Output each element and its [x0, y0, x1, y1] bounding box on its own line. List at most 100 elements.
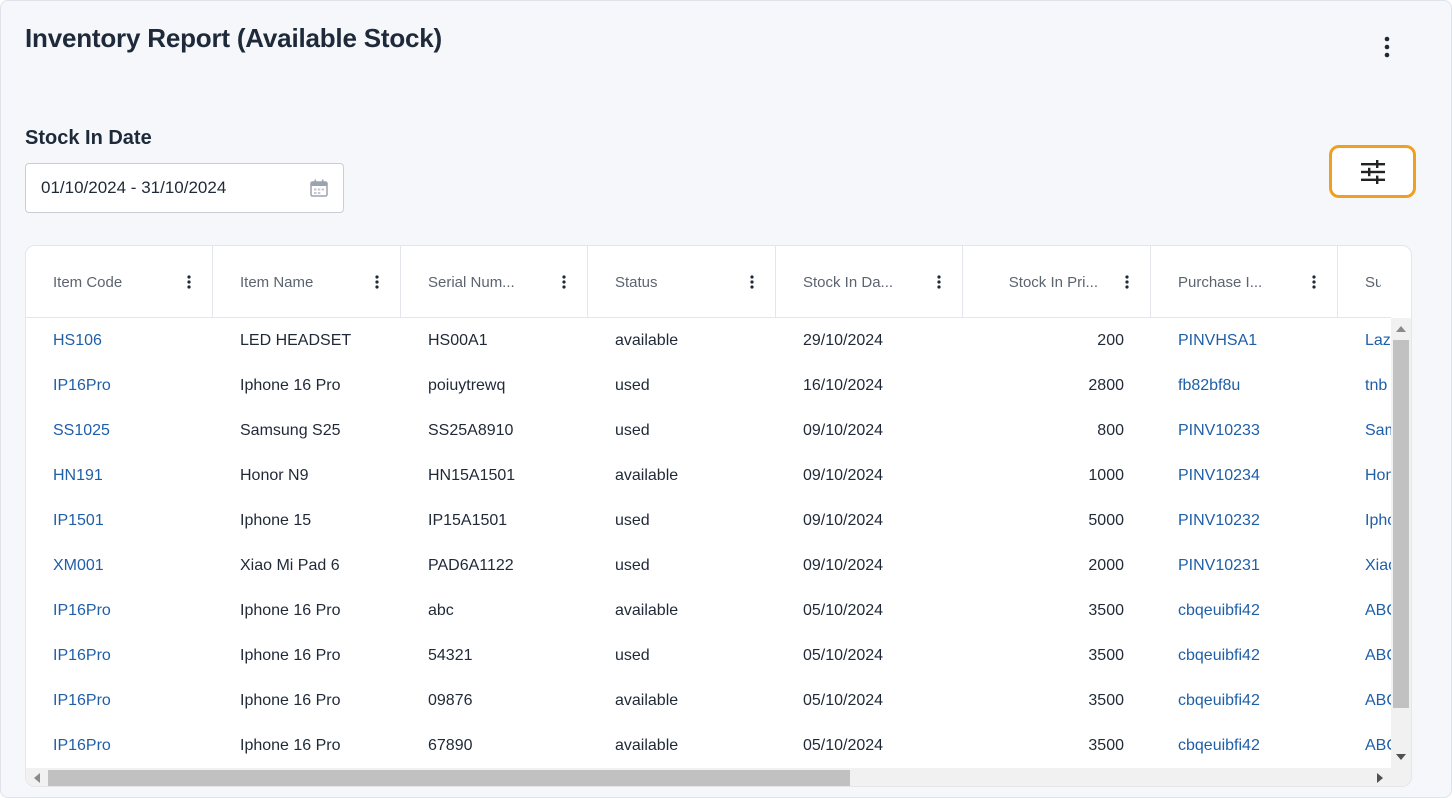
scroll-right-arrow-icon[interactable]: [1377, 773, 1383, 783]
cell-serial-number: SS25A8910: [428, 421, 514, 439]
cell-purchase-invoice[interactable]: cbqeuibfi42: [1151, 678, 1338, 723]
table-row[interactable]: XM001 Xiao Mi Pad 6 PAD6A1122 used 09/10/202…: [26, 543, 1391, 588]
cell-stock-in-price: 3500: [1088, 691, 1124, 709]
cell-item-code[interactable]: IP16Pro: [26, 363, 213, 408]
column-header-label: Purchase I...: [1178, 273, 1263, 291]
cell-status: used: [615, 556, 650, 574]
cell-status: used: [615, 646, 650, 664]
scroll-corner: [1391, 768, 1411, 786]
cell-status: available: [615, 691, 679, 709]
column-header-stock-in-date[interactable]: Stock In Da...: [776, 246, 963, 317]
table-row[interactable]: SS1025 Samsung S25 SS25A8910 used 09/10/2024…: [26, 408, 1391, 453]
cell-serial-number: 09876: [428, 691, 473, 709]
cell-stock-in-price: 3500: [1088, 736, 1124, 754]
cell-stock-in-date: 09/10/2024: [803, 511, 884, 529]
cell-item-name: Honor N9: [240, 466, 309, 484]
cell-stock-in-date: 09/10/2024: [803, 421, 884, 439]
cell-supplier[interactable]: Sam: [1338, 408, 1391, 453]
column-header-purchase-invoice[interactable]: Purchase I...: [1151, 246, 1338, 317]
cell-serial-number: PAD6A1122: [428, 556, 514, 574]
cell-supplier[interactable]: Xiao: [1338, 543, 1391, 588]
cell-supplier[interactable]: Ipho: [1338, 498, 1391, 543]
column-menu-icon[interactable]: [1120, 272, 1134, 292]
scroll-left-arrow-icon[interactable]: [34, 773, 40, 783]
cell-item-code[interactable]: IP16Pro: [26, 723, 213, 768]
cell-item-code[interactable]: SS1025: [26, 408, 213, 453]
horizontal-scroll-thumb[interactable]: [48, 770, 850, 786]
cell-purchase-invoice[interactable]: PINVHSA1: [1151, 318, 1338, 363]
vertical-scrollbar[interactable]: [1391, 318, 1411, 768]
filter-settings-button[interactable]: [1329, 145, 1416, 198]
tune-sliders-icon: [1360, 159, 1385, 184]
column-menu-icon[interactable]: [745, 272, 759, 292]
vertical-scroll-thumb[interactable]: [1393, 340, 1409, 708]
cell-item-code[interactable]: HS106: [26, 318, 213, 363]
column-header-item-code[interactable]: Item Code: [26, 246, 213, 317]
inventory-table: Item Code Item Name Serial Num... Status Sto…: [25, 245, 1412, 787]
cell-item-code[interactable]: IP16Pro: [26, 588, 213, 633]
table-row[interactable]: HS106 LED HEADSET HS00A1 available 29/10/202…: [26, 318, 1391, 363]
column-header-serial-number[interactable]: Serial Num...: [401, 246, 588, 317]
table-row[interactable]: IP16Pro Iphone 16 Pro 09876 available 05/10/…: [26, 678, 1391, 723]
cell-supplier[interactable]: ABC: [1338, 723, 1391, 768]
column-header-label: Status: [615, 273, 658, 291]
cell-status: available: [615, 601, 679, 619]
cell-item-code[interactable]: IP1501: [26, 498, 213, 543]
cell-item-name: Iphone 16 Pro: [240, 646, 341, 664]
cell-status: available: [615, 736, 679, 754]
column-menu-icon[interactable]: [557, 272, 571, 292]
column-header-stock-in-price[interactable]: Stock In Pri...: [963, 246, 1151, 317]
cell-purchase-invoice[interactable]: cbqeuibfi42: [1151, 723, 1338, 768]
cell-purchase-invoice[interactable]: PINV10234: [1151, 453, 1338, 498]
cell-item-code[interactable]: IP16Pro: [26, 633, 213, 678]
cell-purchase-invoice[interactable]: PINV10232: [1151, 498, 1338, 543]
cell-purchase-invoice[interactable]: PINV10231: [1151, 543, 1338, 588]
date-range-input[interactable]: 01/10/2024 - 31/10/2024: [25, 163, 344, 213]
table-row[interactable]: HN191 Honor N9 HN15A1501 available 09/10/202…: [26, 453, 1391, 498]
cell-purchase-invoice[interactable]: PINV10233: [1151, 408, 1338, 453]
cell-stock-in-date: 09/10/2024: [803, 466, 884, 484]
page-title: Inventory Report (Available Stock): [25, 23, 442, 53]
table-row[interactable]: IP16Pro Iphone 16 Pro abc available 05/10/20…: [26, 588, 1391, 633]
cell-supplier[interactable]: Hon: [1338, 453, 1391, 498]
scroll-down-arrow-icon[interactable]: [1396, 754, 1406, 760]
cell-stock-in-price: 1000: [1088, 466, 1124, 484]
table-row[interactable]: IP16Pro Iphone 16 Pro 54321 used 05/10/2024 3…: [26, 633, 1391, 678]
table-row[interactable]: IP1501 Iphone 15 IP15A1501 used 09/10/2024 50…: [26, 498, 1391, 543]
cell-stock-in-date: 05/10/2024: [803, 646, 884, 664]
cell-supplier[interactable]: Laz: [1338, 318, 1391, 363]
date-range-value: 01/10/2024 - 31/10/2024: [41, 178, 227, 197]
column-header-status[interactable]: Status: [588, 246, 776, 317]
column-menu-icon[interactable]: [182, 272, 196, 292]
column-header-label: Item Code: [53, 273, 123, 291]
calendar-icon[interactable]: [309, 178, 329, 198]
more-options-button[interactable]: [1371, 31, 1403, 63]
column-menu-icon[interactable]: [1307, 272, 1321, 292]
cell-stock-in-date: 05/10/2024: [803, 691, 884, 709]
cell-item-name: Xiao Mi Pad 6: [240, 556, 340, 574]
cell-supplier[interactable]: ABC: [1338, 633, 1391, 678]
cell-serial-number: poiuytrewq: [428, 376, 506, 394]
column-header-label: Stock In Da...: [803, 273, 894, 291]
cell-purchase-invoice[interactable]: cbqeuibfi42: [1151, 588, 1338, 633]
cell-stock-in-price: 3500: [1088, 646, 1124, 664]
cell-item-code[interactable]: HN191: [26, 453, 213, 498]
cell-purchase-invoice[interactable]: cbqeuibfi42: [1151, 633, 1338, 678]
horizontal-scrollbar[interactable]: [26, 768, 1391, 786]
cell-supplier[interactable]: ABC: [1338, 588, 1391, 633]
cell-item-code[interactable]: IP16Pro: [26, 678, 213, 723]
cell-item-code[interactable]: XM001: [26, 543, 213, 588]
cell-supplier[interactable]: ABC: [1338, 678, 1391, 723]
scroll-up-arrow-icon[interactable]: [1396, 326, 1406, 332]
cell-purchase-invoice[interactable]: fb82bf8u: [1151, 363, 1338, 408]
cell-supplier[interactable]: tnb: [1338, 363, 1391, 408]
column-menu-icon[interactable]: [370, 272, 384, 292]
column-header-item-name[interactable]: Item Name: [213, 246, 401, 317]
table-row[interactable]: IP16Pro Iphone 16 Pro 67890 available 05/10/…: [26, 723, 1391, 768]
column-header-supplier[interactable]: Sup: [1338, 246, 1391, 317]
column-menu-icon[interactable]: [932, 272, 946, 292]
cell-item-name: Iphone 16 Pro: [240, 376, 341, 394]
table-row[interactable]: IP16Pro Iphone 16 Pro poiuytrewq used 16/10/…: [26, 363, 1391, 408]
cell-status: available: [615, 331, 679, 349]
cell-serial-number: abc: [428, 601, 454, 619]
